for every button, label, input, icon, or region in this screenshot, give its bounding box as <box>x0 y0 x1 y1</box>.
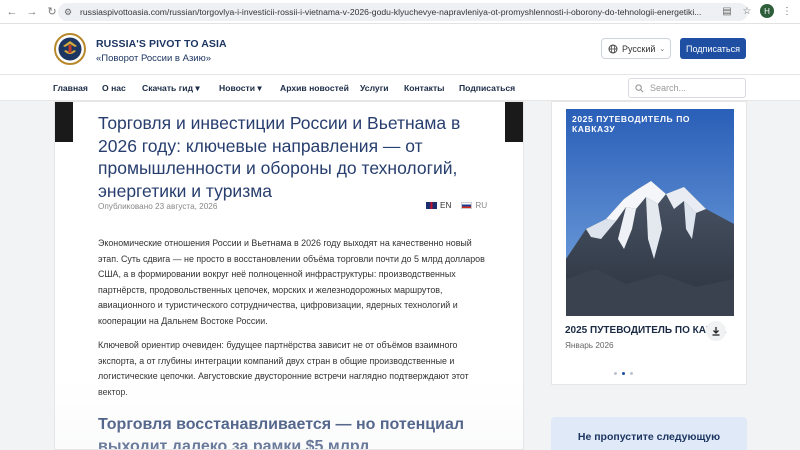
nav-item-about[interactable]: О нас <box>102 83 126 93</box>
nav-item-label: Скачать гид <box>142 83 194 93</box>
article-paragraph: Экономические отношения России и Вьетнам… <box>98 238 485 326</box>
article-title: Торговля и инвестиции России и Вьетнама … <box>98 113 461 201</box>
lang-en-label: EN <box>440 201 452 210</box>
guide-date: Январь 2026 <box>565 341 614 350</box>
brand-subtitle: «Поворот России в Азию» <box>96 53 212 64</box>
lang-en-link[interactable]: EN <box>426 201 451 210</box>
back-icon[interactable]: ← <box>4 4 20 20</box>
globe-icon <box>608 44 618 53</box>
chevron-down-icon: ⌄ <box>659 45 666 53</box>
site-info-icon[interactable]: ⚙ <box>64 7 74 17</box>
article-card: Торговля и инвестиции России и Вьетнама … <box>54 101 524 450</box>
chevron-down-icon: ▾ <box>255 83 262 93</box>
guide-title[interactable]: 2025 ПУТЕВОДИТЕЛЬ ПО КАВКА <box>565 325 727 336</box>
newsletter-title: Не пропустите следующую <box>577 431 721 443</box>
forward-icon[interactable]: → <box>24 4 40 20</box>
address-bar[interactable]: ⚙ russiaspivottoasia.com/russian/torgovl… <box>58 3 748 21</box>
nav-item-services[interactable]: Услуги <box>360 83 389 93</box>
nav-item-label: Новости <box>219 83 256 93</box>
nav-item-news-archive[interactable]: Архив новостей <box>280 83 349 93</box>
main-nav: Главная О нас Скачать гид ▾ Новости ▾ Ар… <box>0 74 800 101</box>
brand-name: RUSSIA'S PIVOT TO ASIA <box>96 38 227 50</box>
carousel-dot-active[interactable] <box>622 372 625 375</box>
guide-cover-image[interactable]: 2025 ПУТЕВОДИТЕЛЬ ПО КАВКАЗУ <box>566 109 734 316</box>
search-icon <box>635 83 644 92</box>
russia-flag-icon <box>461 202 473 210</box>
hero-image-edge-left <box>55 102 73 142</box>
guide-image-label: 2025 ПУТЕВОДИТЕЛЬ ПО КАВКАЗУ <box>572 114 691 134</box>
bookmark-star-icon[interactable]: ☆ <box>740 4 754 18</box>
subscribe-button[interactable]: Подписаться <box>680 38 746 59</box>
search-input[interactable]: Search... <box>628 78 746 98</box>
nav-item-download-guide[interactable]: Скачать гид ▾ <box>142 83 200 94</box>
menu-icon[interactable]: ⋮ <box>780 4 794 18</box>
publish-date: Опубликовано 23 августа, 2026 <box>98 202 218 211</box>
language-selector[interactable]: Русский ⌄ <box>601 38 671 59</box>
article-paragraph: Ключевой ориентир очевиден: будущее парт… <box>98 340 469 397</box>
site-header: RUSSIA'S PIVOT TO ASIA «Поворот России в… <box>0 24 800 74</box>
language-label: Русский <box>622 43 656 54</box>
carousel-dots <box>614 372 633 375</box>
download-icon[interactable] <box>706 321 726 341</box>
url-text: russiaspivottoasia.com/russian/torgovlya… <box>80 7 702 17</box>
lang-ru-label: RU <box>475 201 488 210</box>
translate-icon[interactable]: ▤ <box>720 4 734 18</box>
carousel-dot[interactable] <box>630 372 633 375</box>
site-logo[interactable] <box>54 33 86 65</box>
nav-item-news[interactable]: Новости ▾ <box>219 83 262 94</box>
browser-toolbar: ← → ↻ ⚙ russiaspivottoasia.com/russian/t… <box>0 0 800 24</box>
download-arrow-icon <box>712 327 720 336</box>
lang-ru-link[interactable]: RU <box>461 201 487 210</box>
nav-item-subscribe[interactable]: Подписаться <box>459 83 515 93</box>
profile-avatar[interactable]: H <box>760 4 774 18</box>
carousel-dot[interactable] <box>614 372 617 375</box>
uk-flag-icon <box>426 202 437 210</box>
hero-image-edge-right <box>505 102 523 142</box>
article-subheading: Торговля восстанавливается — но потенциа… <box>98 416 465 450</box>
nav-item-contacts[interactable]: Контакты <box>404 83 445 93</box>
mountain-image <box>566 109 734 316</box>
nav-item-home[interactable]: Главная <box>53 83 88 93</box>
article-language-switch: EN RU <box>426 201 487 210</box>
newsletter-card: Не пропустите следующую <box>551 417 747 450</box>
chevron-down-icon: ▾ <box>193 83 200 93</box>
search-placeholder: Search... <box>650 83 687 93</box>
